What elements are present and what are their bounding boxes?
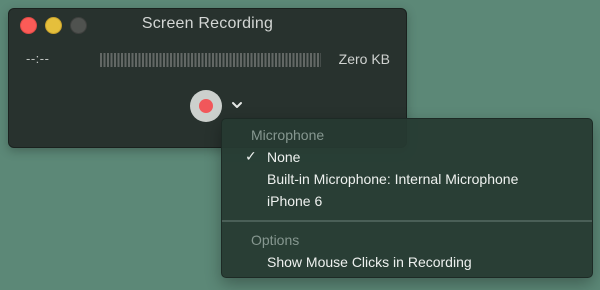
file-size: Zero KB xyxy=(338,51,390,67)
menu-item-built-in-microphone[interactable]: Built-in Microphone: Internal Microphone xyxy=(222,169,592,190)
menu-item-label: Show Mouse Clicks in Recording xyxy=(267,254,472,270)
options-menu: Microphone ✓ None Built-in Microphone: I… xyxy=(221,118,593,278)
menu-divider xyxy=(222,220,592,222)
record-button[interactable] xyxy=(190,90,222,122)
menu-item-label: None xyxy=(267,149,301,165)
menu-item-label: Built-in Microphone: Internal Microphone xyxy=(267,171,519,187)
menu-item-iphone[interactable]: iPhone 6 xyxy=(222,191,592,212)
elapsed-time: --:-- xyxy=(26,51,50,66)
audio-level-meter xyxy=(100,53,321,67)
record-dot-icon xyxy=(199,99,213,113)
window-title: Screen Recording xyxy=(141,15,274,32)
menu-header-options: Options xyxy=(251,232,300,248)
menu-item-none[interactable]: ✓ None xyxy=(222,147,592,168)
chevron-down-icon[interactable] xyxy=(230,98,244,112)
menu-item-label: iPhone 6 xyxy=(267,193,323,209)
menu-header-microphone: Microphone xyxy=(251,127,325,143)
menu-item-show-mouse-clicks[interactable]: Show Mouse Clicks in Recording xyxy=(222,252,592,273)
checkmark-icon: ✓ xyxy=(245,148,257,164)
